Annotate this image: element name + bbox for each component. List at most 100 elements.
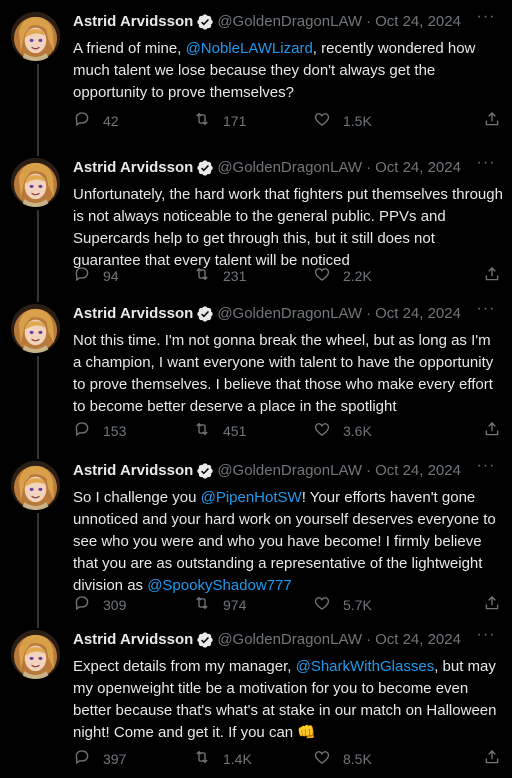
tweet-text: Expect details from my manager, @SharkWi…	[73, 656, 503, 744]
author-name[interactable]: Astrid Arvidsson	[73, 630, 193, 650]
text-segment: Expect details from my manager,	[73, 658, 296, 675]
verified-badge-icon[interactable]	[196, 13, 214, 31]
tweet-date[interactable]: Oct 24, 2024	[375, 304, 461, 324]
text-segment: A friend of mine,	[73, 40, 186, 57]
share-icon[interactable]	[483, 748, 501, 769]
verified-badge-icon[interactable]	[196, 631, 214, 649]
tweet-text: Unfortunately, the hard work that fighte…	[73, 184, 503, 272]
tweet-text: A friend of mine, @NobleLAWLizard, recen…	[73, 38, 503, 104]
separator: ·	[366, 305, 372, 322]
reply-button[interactable]: 397	[73, 748, 126, 769]
reply-count: 309	[103, 596, 127, 613]
action-bar: 309 974 5.7K	[73, 594, 503, 614]
separator: ·	[366, 13, 372, 30]
thread-line	[37, 210, 39, 292]
thread-line	[37, 513, 39, 618]
like-button[interactable]: 8.5K	[313, 748, 372, 769]
author-name[interactable]: Astrid Arvidsson	[73, 461, 193, 481]
repost-button[interactable]: 231	[193, 265, 246, 286]
avatar[interactable]	[11, 12, 60, 61]
like-button[interactable]: 3.6K	[313, 420, 372, 441]
more-icon[interactable]: ···	[475, 155, 497, 178]
text-segment: Unfortunately, the hard work that fighte…	[73, 186, 503, 269]
reply-count: 42	[103, 112, 119, 129]
mention-link[interactable]: @PipenHotSW	[201, 489, 302, 506]
author-handle[interactable]: @GoldenDragonLAW	[217, 630, 362, 650]
thread-line	[37, 64, 39, 146]
repost-button[interactable]: 1.4K	[193, 748, 252, 769]
tweet[interactable]: Astrid Arvidsson @GoldenDragonLAW · Oct 24,…	[0, 449, 512, 618]
tweet-date[interactable]: Oct 24, 2024	[375, 461, 461, 481]
author-name[interactable]: Astrid Arvidsson	[73, 304, 193, 324]
text-segment: So I challenge you	[73, 489, 201, 506]
verified-badge-icon[interactable]	[196, 159, 214, 177]
tweet[interactable]: Astrid Arvidsson @GoldenDragonLAW · Oct 24,…	[0, 618, 512, 778]
author-name[interactable]: Astrid Arvidsson	[73, 158, 193, 178]
separator: ·	[366, 462, 372, 479]
more-icon[interactable]: ···	[475, 627, 497, 650]
author-handle[interactable]: @GoldenDragonLAW	[217, 461, 362, 481]
reply-button[interactable]: 42	[73, 110, 119, 131]
reply-count: 397	[103, 750, 127, 767]
tweet-date[interactable]: Oct 24, 2024	[375, 12, 461, 32]
avatar[interactable]	[11, 304, 60, 353]
repost-count: 451	[223, 422, 247, 439]
separator: ·	[366, 631, 372, 648]
reply-icon	[73, 265, 91, 286]
like-count: 2.2K	[343, 267, 372, 284]
mention-link[interactable]: @NobleLAWLizard	[186, 40, 313, 57]
reply-button[interactable]: 309	[73, 594, 126, 615]
tweet-date[interactable]: Oct 24, 2024	[375, 158, 461, 178]
reply-count: 94	[103, 267, 119, 284]
like-count: 5.7K	[343, 596, 372, 613]
like-icon	[313, 110, 331, 131]
tweet[interactable]: Astrid Arvidsson @GoldenDragonLAW · Oct 24,…	[0, 292, 512, 449]
thread-line	[37, 292, 39, 302]
share-icon[interactable]	[483, 420, 501, 441]
thread-line	[37, 356, 39, 449]
author-handle[interactable]: @GoldenDragonLAW	[217, 158, 362, 178]
share-icon[interactable]	[483, 265, 501, 286]
separator: ·	[366, 159, 372, 176]
like-button[interactable]: 2.2K	[313, 265, 372, 286]
tweet-header: Astrid Arvidsson @GoldenDragonLAW · Oct 24,…	[73, 158, 461, 178]
like-count: 3.6K	[343, 422, 372, 439]
verified-badge-icon[interactable]	[196, 462, 214, 480]
action-bar: 94 231 2.2K	[73, 265, 503, 285]
tweet[interactable]: Astrid Arvidsson @GoldenDragonLAW · Oct 24,…	[0, 0, 512, 146]
tweet-date[interactable]: Oct 24, 2024	[375, 630, 461, 650]
avatar[interactable]	[11, 158, 60, 207]
reply-icon	[73, 420, 91, 441]
repost-icon	[193, 594, 211, 615]
like-count: 1.5K	[343, 112, 372, 129]
repost-button[interactable]: 974	[193, 594, 246, 615]
tweet[interactable]: Astrid Arvidsson @GoldenDragonLAW · Oct 24,…	[0, 146, 512, 292]
action-bar: 153 451 3.6K	[73, 420, 503, 440]
author-name[interactable]: Astrid Arvidsson	[73, 12, 193, 32]
like-icon	[313, 748, 331, 769]
mention-link[interactable]: @SharkWithGlasses	[296, 658, 435, 675]
avatar[interactable]	[11, 630, 60, 679]
author-handle[interactable]: @GoldenDragonLAW	[217, 304, 362, 324]
like-icon	[313, 420, 331, 441]
like-button[interactable]: 1.5K	[313, 110, 372, 131]
more-icon[interactable]: ···	[475, 9, 497, 32]
like-button[interactable]: 5.7K	[313, 594, 372, 615]
share-icon[interactable]	[483, 110, 501, 131]
avatar[interactable]	[11, 461, 60, 510]
repost-button[interactable]: 171	[193, 110, 246, 131]
more-icon[interactable]: ···	[475, 301, 497, 324]
verified-badge-icon[interactable]	[196, 305, 214, 323]
mention-link[interactable]: @SpookyShadow777	[147, 577, 292, 594]
tweet-header: Astrid Arvidsson @GoldenDragonLAW · Oct 24,…	[73, 461, 461, 481]
reply-button[interactable]: 153	[73, 420, 126, 441]
like-icon	[313, 265, 331, 286]
reply-count: 153	[103, 422, 127, 439]
repost-icon	[193, 265, 211, 286]
reply-icon	[73, 748, 91, 769]
share-icon[interactable]	[483, 594, 501, 615]
more-icon[interactable]: ···	[475, 458, 497, 481]
reply-button[interactable]: 94	[73, 265, 119, 286]
repost-button[interactable]: 451	[193, 420, 246, 441]
author-handle[interactable]: @GoldenDragonLAW	[217, 12, 362, 32]
